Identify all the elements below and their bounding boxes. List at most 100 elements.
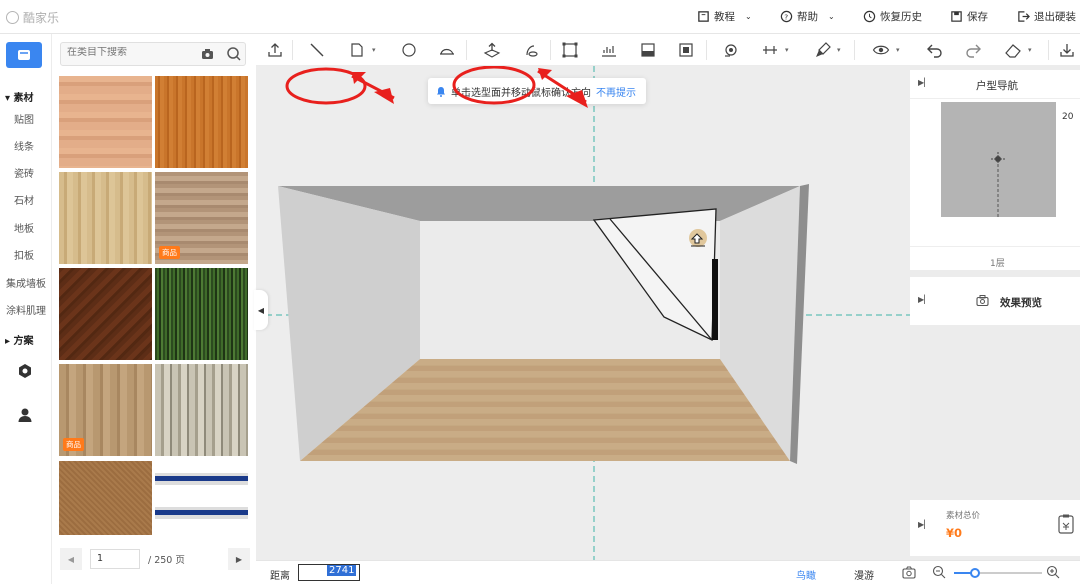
hexagon-icon[interactable] — [16, 362, 34, 380]
baseline-icon[interactable] — [600, 41, 618, 59]
chevron-down-icon[interactable]: ▾ — [837, 46, 841, 54]
sidebar-item-lines[interactable]: 线条 — [14, 138, 34, 153]
chevron-down-icon[interactable]: ▾ — [1028, 46, 1032, 54]
material-tile[interactable] — [155, 76, 248, 168]
category-sidebar: ▾ 素材 贴图 线条 瓷砖 石材 地板 扣板 集成墙板 涂料肌理 ▸ 方案 — [0, 34, 52, 584]
tutorial-label: 教程 — [714, 11, 735, 23]
download-icon[interactable] — [1058, 41, 1076, 59]
material-tile[interactable] — [59, 268, 152, 360]
save-button[interactable]: 保存 — [950, 9, 988, 24]
zoom-slider[interactable] — [954, 568, 1042, 578]
search-box — [60, 42, 246, 66]
restore-history-button[interactable]: 恢复历史 — [863, 9, 922, 24]
top-bar: 酷家乐 教程 ⌄ ? 帮助 ⌄ 恢复历史 保存 退出硬装 — [0, 0, 1080, 34]
material-price-card: ▶▏ 素材总价 ¥0 — [910, 500, 1080, 556]
sidebar-item-floor[interactable]: 地板 — [14, 220, 34, 235]
zoom-slider-thumb[interactable] — [970, 568, 980, 578]
tutorial-menu[interactable]: 教程 ⌄ — [697, 9, 752, 24]
scale-text: 20 — [1062, 112, 1074, 122]
right-panel: ▶▏ 户型导航 20 1层 ▶▏ 效果预览 ▶▏ 素材总价 ¥0 — [910, 66, 1080, 584]
pagination: ◀ 1 / 250 页 ▶ — [60, 548, 250, 570]
product-badge: 商品 — [63, 438, 84, 451]
panel-toggle-icon[interactable]: ▶▏ — [918, 520, 930, 529]
collapse-left-icon: ◀ — [257, 305, 265, 315]
eraser-icon[interactable] — [1004, 41, 1022, 59]
chevron-down-icon[interactable]: ▾ — [372, 46, 376, 54]
material-tile[interactable] — [155, 268, 248, 360]
bill-icon[interactable] — [1058, 514, 1074, 534]
search-input[interactable] — [67, 47, 197, 58]
sidebar-item-stone[interactable]: 石材 — [14, 192, 34, 207]
annotation-arrows — [351, 68, 588, 108]
sidebar-item-paint[interactable]: 涂料肌理 — [6, 302, 46, 317]
sidebar-item-wallboard[interactable]: 集成墙板 — [6, 275, 46, 290]
material-tile[interactable] — [59, 172, 152, 264]
draw-toolbar: ▾ ▾ ▾ ▾ ▾ — [256, 34, 1080, 66]
history-icon — [863, 10, 876, 23]
eye-icon[interactable] — [872, 41, 890, 59]
navigator-title: 户型导航 — [976, 80, 1018, 92]
upload-icon[interactable] — [266, 41, 284, 59]
materials-tab[interactable] — [6, 42, 42, 68]
undo-icon[interactable] — [926, 41, 944, 59]
arc-tool-icon[interactable] — [438, 41, 456, 59]
sweep-tool-icon[interactable] — [522, 41, 540, 59]
circle-tool-icon[interactable] — [400, 41, 418, 59]
camera-marker — [991, 152, 1005, 217]
page-total: / 250 页 — [148, 555, 185, 566]
distance-label: 距离 — [270, 571, 290, 582]
material-tile[interactable] — [155, 461, 248, 535]
camera-icon — [976, 295, 989, 306]
rectangle-tool-icon[interactable] — [348, 41, 366, 59]
align-icon[interactable] — [761, 41, 779, 59]
save-icon — [951, 11, 962, 22]
zoom-out-icon[interactable] — [932, 565, 946, 579]
panel-toggle-icon[interactable]: ▶▏ — [918, 295, 930, 304]
screenshot-icon[interactable] — [902, 566, 917, 580]
chevron-down-icon: ⌄ — [828, 12, 835, 21]
material-tile[interactable]: 商品 — [155, 172, 248, 264]
zoom-in-icon[interactable] — [1046, 565, 1060, 579]
sidebar-item-tiles[interactable]: 瓷砖 — [14, 165, 34, 180]
exit-button[interactable]: 退出硬装 — [1017, 9, 1076, 24]
help-menu[interactable]: ? 帮助 ⌄ — [780, 9, 835, 24]
panel-icon[interactable] — [639, 41, 657, 59]
cabinet-icon[interactable] — [677, 41, 695, 59]
plans-header[interactable]: ▸ 方案 — [5, 332, 34, 347]
push-pull-tool-icon[interactable] — [483, 41, 501, 59]
exit-label: 退出硬装 — [1034, 11, 1076, 23]
next-page-button[interactable]: ▶ — [228, 548, 250, 570]
logo-text: 酷家乐 — [23, 11, 60, 25]
bird-view-tab[interactable]: 鸟瞰 — [796, 567, 816, 582]
prev-page-button[interactable]: ◀ — [60, 548, 82, 570]
redo-icon[interactable] — [964, 41, 982, 59]
chevron-down-icon[interactable]: ▾ — [785, 46, 789, 54]
total-value: ¥0 — [946, 526, 963, 540]
effect-preview-card[interactable]: ▶▏ 效果预览 — [910, 277, 1080, 325]
material-tile[interactable] — [155, 364, 248, 456]
collapse-library-handle[interactable]: ◀ — [254, 290, 268, 330]
3d-viewport[interactable]: 单击选型面并移动鼠标确认方向 不再提示 — [256, 66, 910, 560]
panel-toggle-icon[interactable]: ▶▏ — [918, 78, 930, 87]
line-tool-icon[interactable] — [308, 41, 326, 59]
floor-label[interactable]: 1层 — [990, 256, 1005, 269]
select-frame-icon[interactable] — [561, 41, 579, 59]
sidebar-item-texture[interactable]: 贴图 — [14, 111, 34, 126]
roam-tab[interactable]: 漫游 — [854, 567, 874, 582]
page-input[interactable]: 1 — [90, 549, 140, 569]
chevron-down-icon[interactable]: ▾ — [896, 46, 900, 54]
material-tile[interactable]: 商品 — [59, 364, 152, 456]
sidebar-item-panel[interactable]: 扣板 — [14, 247, 34, 262]
search-icon[interactable] — [226, 46, 242, 62]
paint-brush-icon[interactable] — [814, 41, 832, 59]
user-icon[interactable] — [16, 406, 34, 424]
snapshot-icon[interactable] — [722, 41, 740, 59]
app-logo[interactable]: 酷家乐 — [6, 9, 59, 26]
distance-input[interactable]: 2741 — [298, 564, 360, 581]
material-tile[interactable] — [59, 461, 152, 535]
camera-icon[interactable] — [201, 48, 214, 60]
minimap[interactable] — [941, 102, 1056, 217]
materials-header[interactable]: ▾ 素材 — [5, 89, 34, 104]
material-tile[interactable] — [59, 76, 152, 168]
material-library: 商品 商品 ◀ 1 / 250 页 ▶ — [52, 34, 256, 584]
